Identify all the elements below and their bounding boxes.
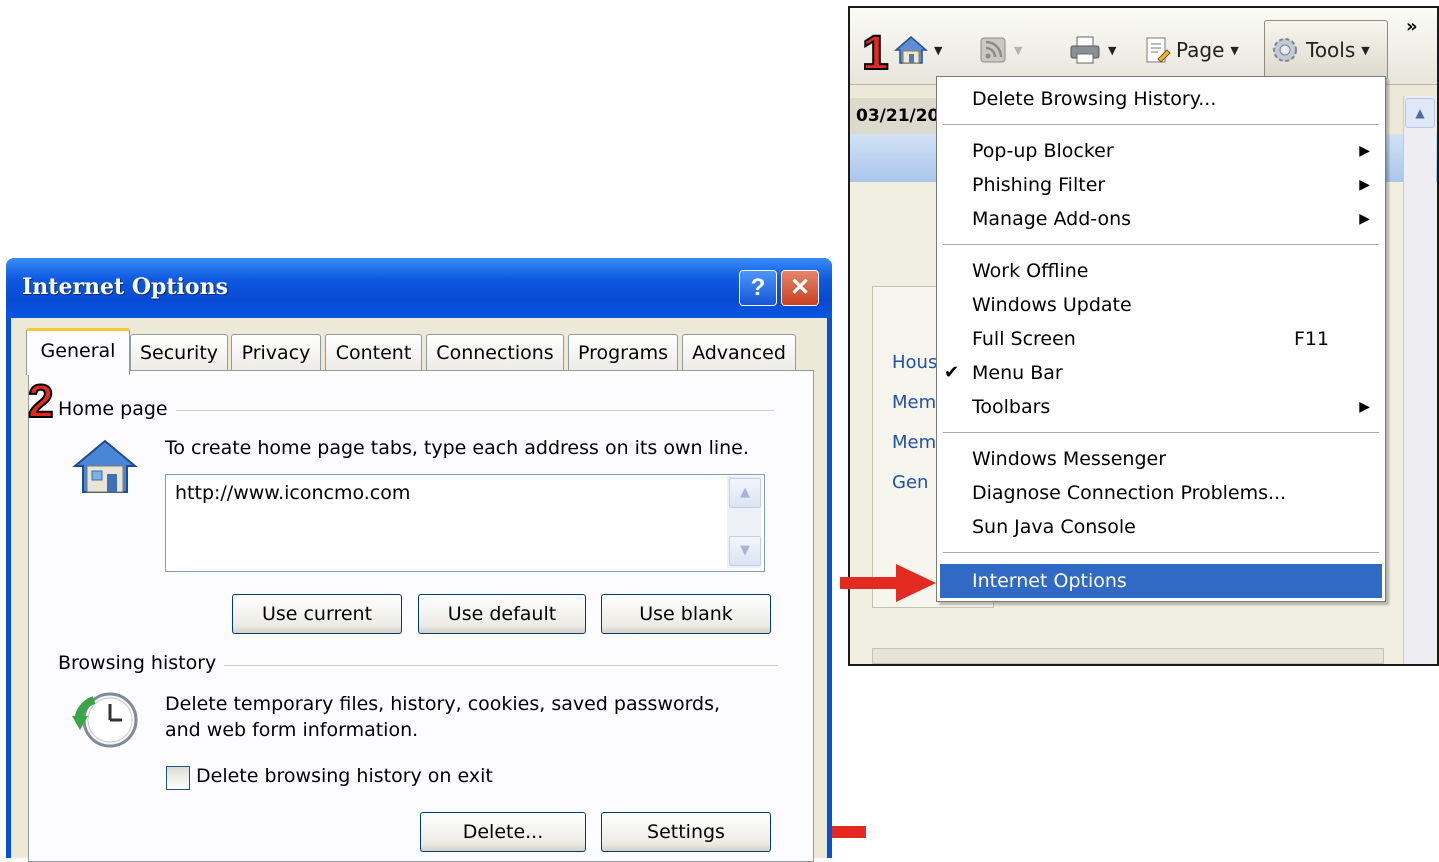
menu-item-label: Toolbars bbox=[972, 396, 1051, 418]
menu-item-diagnose-connection-problems[interactable]: Diagnose Connection Problems... bbox=[938, 477, 1384, 509]
menu-item-label: Diagnose Connection Problems... bbox=[972, 482, 1287, 504]
menu-separator bbox=[943, 432, 1379, 433]
tab-connections[interactable]: Connections bbox=[426, 334, 564, 371]
delete-on-exit-checkbox[interactable] bbox=[166, 766, 190, 790]
scroll-down-arrow-icon[interactable]: ▼ bbox=[729, 536, 761, 566]
home-page-instructions: To create home page tabs, type each addr… bbox=[165, 437, 749, 459]
menu-item-delete-browsing-history[interactable]: Delete Browsing History... bbox=[938, 83, 1384, 115]
chevron-down-icon[interactable]: ▼ bbox=[1108, 44, 1116, 57]
command-bar: ▼ ▼ ▼ Page ▼ Tools ▼ » bbox=[850, 8, 1437, 85]
date-text: 03/21/20 bbox=[850, 98, 946, 134]
chevron-down-icon: ▼ bbox=[1361, 43, 1370, 57]
menu-item-popup-blocker[interactable]: Pop-up Blocker ▶ bbox=[938, 135, 1384, 167]
chevron-down-icon: ▼ bbox=[1230, 43, 1239, 57]
use-default-button[interactable]: Use default bbox=[418, 594, 586, 634]
menu-separator bbox=[943, 244, 1379, 245]
rss-feed-icon bbox=[978, 35, 1008, 65]
home-icon bbox=[72, 439, 138, 493]
step-number-1: 1 bbox=[861, 27, 890, 80]
close-button[interactable]: ✕ bbox=[781, 270, 819, 306]
menu-item-shortcut: F11 bbox=[1294, 328, 1330, 350]
page-section-header bbox=[872, 648, 1384, 664]
page-scrollbar[interactable] bbox=[1403, 96, 1436, 664]
tab-advanced[interactable]: Advanced bbox=[682, 334, 796, 371]
submenu-arrow-icon: ▶ bbox=[1359, 211, 1370, 227]
delete-button[interactable]: Delete... bbox=[420, 812, 586, 852]
menu-item-label: Pop-up Blocker bbox=[972, 140, 1114, 162]
menu-item-label: Windows Update bbox=[972, 294, 1132, 316]
dialog-title: Internet Options bbox=[22, 274, 228, 300]
menu-item-label: Phishing Filter bbox=[972, 174, 1106, 196]
menu-separator bbox=[943, 552, 1379, 553]
home-page-url-text: http://www.iconcmo.com bbox=[175, 482, 411, 504]
help-button[interactable]: ? bbox=[739, 270, 777, 306]
page-menu-label: Page bbox=[1176, 38, 1225, 62]
menu-item-sun-java-console[interactable]: Sun Java Console bbox=[938, 511, 1384, 543]
menu-item-internet-options[interactable]: Internet Options bbox=[940, 564, 1382, 598]
browsing-history-description: and web form information. bbox=[165, 719, 419, 741]
gear-icon bbox=[1270, 35, 1300, 65]
print-button[interactable]: ▼ bbox=[1068, 30, 1116, 70]
feeds-button[interactable]: ▼ bbox=[978, 30, 1022, 70]
scroll-up-arrow-icon[interactable]: ▲ bbox=[729, 478, 761, 508]
checkmark-icon: ✔ bbox=[944, 362, 960, 383]
menu-item-label: Work Offline bbox=[972, 260, 1089, 282]
toolbar-overflow-chevron-icon[interactable]: » bbox=[1406, 16, 1418, 37]
menu-item-menu-bar[interactable]: ✔ Menu Bar bbox=[938, 357, 1384, 389]
menu-item-label: Delete Browsing History... bbox=[972, 88, 1217, 110]
menu-item-label: Manage Add-ons bbox=[972, 208, 1132, 230]
tab-programs[interactable]: Programs bbox=[568, 334, 678, 371]
menu-item-windows-update[interactable]: Windows Update bbox=[938, 289, 1384, 321]
tab-general[interactable]: General bbox=[26, 328, 130, 375]
tab-content[interactable]: Content bbox=[325, 334, 422, 371]
menu-item-manage-add-ons[interactable]: Manage Add-ons ▶ bbox=[938, 203, 1384, 235]
tab-security[interactable]: Security bbox=[130, 334, 228, 371]
menu-separator bbox=[943, 124, 1379, 125]
home-icon bbox=[894, 35, 928, 65]
submenu-arrow-icon: ▶ bbox=[1359, 177, 1370, 193]
browsing-history-description: Delete temporary files, history, cookies… bbox=[165, 693, 721, 715]
use-current-button[interactable]: Use current bbox=[232, 594, 402, 634]
browsing-history-group-label: Browsing history bbox=[58, 652, 225, 674]
page-menu-button[interactable]: Page ▼ bbox=[1142, 30, 1239, 70]
history-clock-icon bbox=[72, 692, 138, 748]
tools-menu-button-content: Tools ▼ bbox=[1270, 30, 1370, 70]
page-icon bbox=[1142, 35, 1172, 65]
menu-item-label: Windows Messenger bbox=[972, 448, 1167, 470]
delete-on-exit-label[interactable]: Delete browsing history on exit bbox=[196, 765, 493, 787]
submenu-arrow-icon: ▶ bbox=[1359, 143, 1370, 159]
menu-item-toolbars[interactable]: Toolbars ▶ bbox=[938, 391, 1384, 423]
page-link[interactable]: Mem bbox=[892, 392, 936, 413]
page-link[interactable]: Gen bbox=[892, 472, 928, 493]
menu-item-label: Full Screen bbox=[972, 328, 1076, 350]
menu-item-label: Sun Java Console bbox=[972, 516, 1136, 538]
home-page-group-label: Home page bbox=[58, 398, 176, 420]
tools-menu: Delete Browsing History... Pop-up Blocke… bbox=[936, 76, 1386, 602]
page-link[interactable]: Mem bbox=[892, 432, 936, 453]
page-link[interactable]: Hous bbox=[892, 352, 937, 373]
scroll-up-arrow-icon[interactable]: ▲ bbox=[1405, 98, 1435, 128]
use-blank-button[interactable]: Use blank bbox=[601, 594, 771, 634]
menu-item-label: Menu Bar bbox=[972, 362, 1063, 384]
menu-item-label: Internet Options bbox=[972, 570, 1127, 592]
menu-item-windows-messenger[interactable]: Windows Messenger bbox=[938, 443, 1384, 475]
settings-button[interactable]: Settings bbox=[601, 812, 771, 852]
annotation-arrow-right-icon bbox=[840, 564, 936, 602]
chevron-down-icon[interactable]: ▼ bbox=[934, 44, 942, 57]
submenu-arrow-icon: ▶ bbox=[1359, 399, 1370, 415]
menu-item-full-screen[interactable]: Full Screen F11 bbox=[938, 323, 1384, 355]
tools-menu-label: Tools bbox=[1306, 38, 1356, 62]
printer-icon bbox=[1068, 35, 1102, 65]
chevron-down-icon[interactable]: ▼ bbox=[1014, 44, 1022, 57]
menu-item-phishing-filter[interactable]: Phishing Filter ▶ bbox=[938, 169, 1384, 201]
step-number-2: 2 bbox=[27, 375, 55, 427]
home-button[interactable]: ▼ bbox=[894, 30, 942, 70]
menu-item-work-offline[interactable]: Work Offline bbox=[938, 255, 1384, 287]
tab-privacy[interactable]: Privacy bbox=[231, 334, 321, 371]
